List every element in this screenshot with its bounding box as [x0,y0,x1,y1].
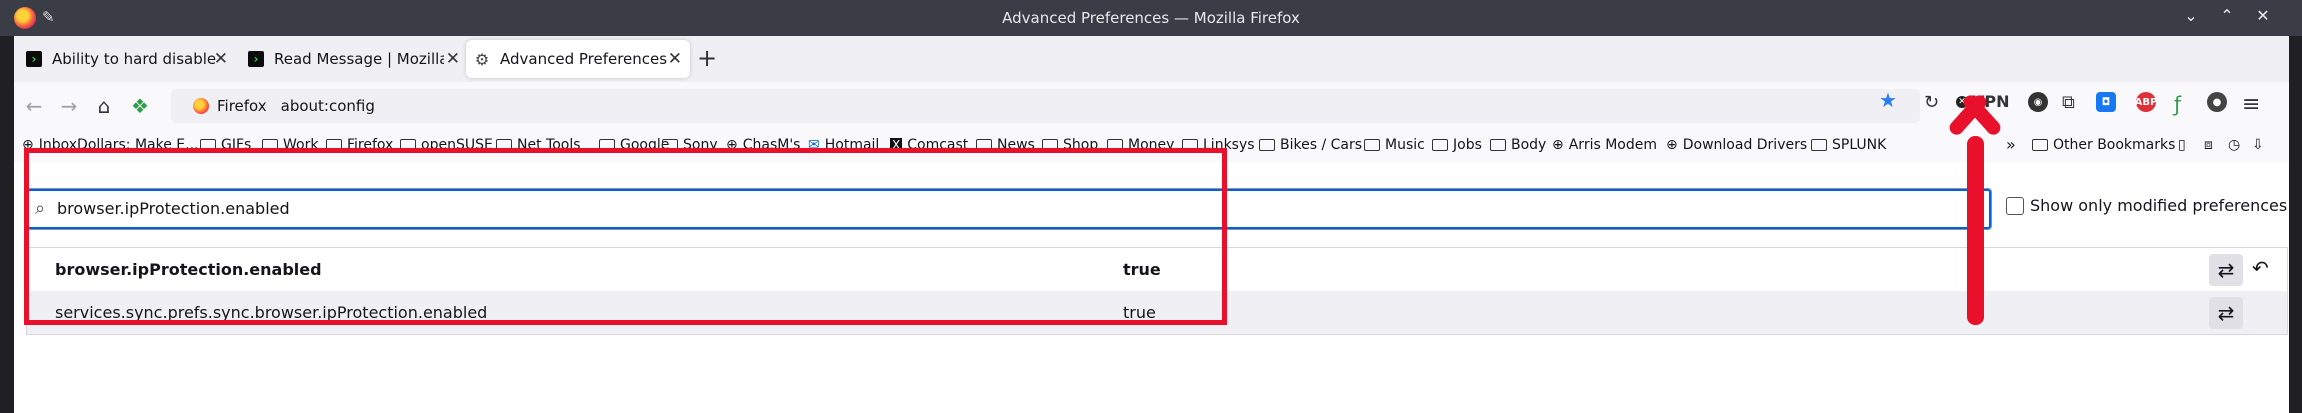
bookmark-folder[interactable]: SPLUNK [1811,137,1886,153]
folder-icon [1811,139,1827,151]
forward-arrow-icon[interactable]: → [55,92,83,120]
background-left [0,36,14,413]
tab-strip: › Ability to hard disable the ✕ › Read M… [14,36,2289,82]
maximize-icon[interactable]: ⌃ [2216,6,2238,25]
terminal-icon: › [248,51,264,67]
url-bar[interactable]: Firefox about:config [171,89,1920,123]
gear-icon: ⚙ [474,49,490,69]
bookmark-folder[interactable]: Body [1490,137,1546,153]
tab-label: Advanced Preferences [500,50,668,68]
show-modified-checkbox[interactable] [2006,197,2024,215]
terminal-icon: › [26,51,42,67]
pin-icon[interactable]: ✎ [42,8,55,26]
extension-ghost-icon[interactable]: ◘ [2096,92,2116,112]
folder-icon [1259,139,1275,151]
background-right [2289,36,2302,413]
identity-label: Firefox [217,97,267,115]
extension-leaf-icon[interactable]: ❖ [126,92,154,120]
close-tab-icon[interactable]: ✕ [214,49,228,69]
toggle-button[interactable]: ⇄ [2209,297,2243,329]
bookmarks-overflow-icon[interactable]: » [2006,135,2016,154]
reset-icon[interactable]: ↶ [2252,256,2269,280]
url-text[interactable]: about:config [281,97,375,115]
annotation-arrow [1967,136,1984,325]
bookmark-item[interactable]: ⊕ Arris Modem [1552,137,1657,153]
tab-label: Read Message | Mozilla Su [274,50,444,68]
minimize-icon[interactable]: ⌄ [2180,6,2202,25]
firefox-app-icon [14,7,36,29]
bookmark-star-icon[interactable]: ★ [1879,88,1897,112]
window-controls: ⌄ ⌃ ✕ [2180,6,2274,25]
menu-hamburger-icon[interactable]: ≡ [2242,92,2260,117]
close-tab-icon[interactable]: ✕ [668,49,682,69]
downloads-icon[interactable]: ⇩ [2252,137,2264,153]
tab-ability[interactable]: › Ability to hard disable the ✕ [18,40,236,78]
reload-icon[interactable]: ↻ [1924,92,1939,113]
close-tab-icon[interactable]: ✕ [446,49,460,69]
globe-icon: ⊕ [1552,137,1564,153]
new-tab-icon[interactable]: + [697,44,717,72]
folder-icon [1364,139,1380,151]
back-arrow-icon[interactable]: ← [20,92,48,120]
sidebar-icon[interactable]: ▯ [2178,137,2186,153]
other-bookmarks[interactable]: Other Bookmarks [2032,137,2175,153]
extension-globe-icon[interactable]: ◉ [2028,92,2048,112]
bookmark-folder[interactable]: Jobs [1432,137,1482,153]
globe-icon: ⊕ [1666,137,1678,153]
history-clock-icon[interactable]: ◷ [2228,137,2240,153]
close-window-icon[interactable]: ✕ [2252,6,2274,25]
firefox-identity-icon [193,98,209,114]
account-icon[interactable]: ● [2207,92,2227,112]
nav-bar: ← → ⌂ ❖ Firefox about:config ★ ↻ ✕ VPN ◉… [14,82,2289,130]
show-modified-label: Show only modified preferences [2030,196,2288,215]
extensions-puzzle-icon[interactable]: ⧉ [2062,92,2075,113]
extension-f-icon[interactable]: ƒ [2174,92,2181,116]
tab-advanced-preferences[interactable]: ⚙ Advanced Preferences ✕ [466,40,690,78]
folder-icon [2032,139,2048,151]
bookmark-folder[interactable]: Bikes / Cars [1259,137,1362,153]
annotation-highlight-box [24,148,1227,325]
window-titlebar: ✎ Advanced Preferences — Mozilla Firefox… [0,0,2302,36]
folder-icon [1490,139,1506,151]
folder-icon [1432,139,1448,151]
toggle-button[interactable]: ⇄ [2209,254,2243,286]
tab-label: Ability to hard disable the [52,50,217,68]
adblock-icon[interactable]: ABP [2135,92,2157,112]
window-title: Advanced Preferences — Mozilla Firefox [1002,9,1300,27]
home-icon[interactable]: ⌂ [90,92,118,120]
screenshot-icon[interactable]: ⧈ [2204,137,2213,153]
bookmark-folder[interactable]: Music [1364,137,1425,153]
bookmark-item[interactable]: ⊕ Download Drivers [1666,137,1807,153]
tab-read-message[interactable]: › Read Message | Mozilla Su ✕ [240,40,468,78]
